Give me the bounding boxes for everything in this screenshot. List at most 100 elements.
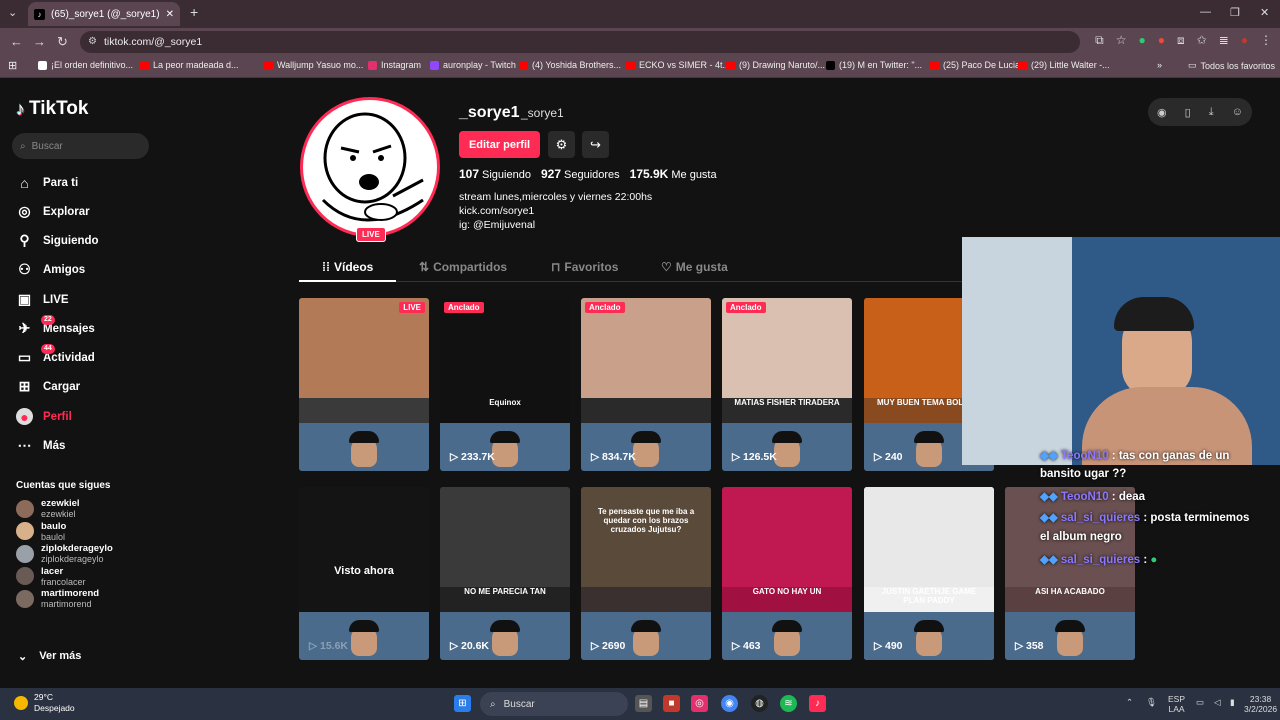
collections-icon[interactable]: ≣ (1219, 33, 1229, 48)
profile-avatar[interactable] (300, 97, 440, 237)
device-icon[interactable]: ▯ (1185, 106, 1191, 119)
extension-green-icon[interactable]: ● (1138, 33, 1145, 48)
bookmark-favicon-icon (38, 60, 47, 70)
followed-account[interactable]: ziplokderageylo ziplokderageylo (16, 543, 113, 564)
followed-account[interactable]: baulo baulol (16, 521, 66, 542)
settings-button[interactable]: ⚙ (548, 131, 575, 158)
streamer-webcam-overlay (962, 237, 1280, 465)
tab-shared-label: Compartidos (433, 260, 508, 274)
tiktok-logo[interactable]: ♪ TikTok (16, 98, 88, 120)
see-more-button[interactable]: ⌄ Ver más (18, 650, 81, 663)
sidebar-item-para-ti[interactable]: ⌂ Para ti (16, 174, 78, 191)
tab-title: (65)_sorye1 (@_sorye1) | TikTok (51, 8, 160, 20)
edit-profile-button[interactable]: Editar perfil (459, 131, 540, 158)
tiktok-taskbar-icon[interactable]: ♪ (809, 695, 826, 712)
site-info-icon[interactable]: ⚙ (88, 31, 97, 53)
sidebar-item-siguiendo[interactable]: ⚲ Siguiendo (16, 232, 98, 249)
menu-icon[interactable]: ⋮ (1260, 33, 1272, 48)
profile-avatar-icon[interactable]: ● (1241, 33, 1248, 48)
followers-stat[interactable]: 927 Seguidores (541, 167, 620, 181)
install-icon[interactable]: ⧉ (1095, 33, 1104, 48)
task-view-icon[interactable]: ▤ (635, 695, 652, 712)
clock[interactable]: 23:38 3/2/2026 (1244, 694, 1277, 714)
instagram-icon[interactable]: ◎ (691, 695, 708, 712)
apps-icon[interactable]: ⊞ (8, 59, 17, 72)
sidebar-item-perfil[interactable]: ● Perfil (16, 408, 72, 425)
account-username: ziplokderageylo (41, 554, 104, 564)
video-card[interactable]: NO ME PARECIA TAN ▷ 20.6K (440, 487, 570, 660)
extensions-icon[interactable]: ⧈ (1177, 33, 1185, 48)
bookmark-item[interactable]: (9) Drawing Naruto/... (726, 60, 825, 70)
microphone-icon[interactable]: 🎙 (1146, 697, 1157, 707)
bookmark-item[interactable]: Walljump Yasuo mo... (264, 60, 363, 70)
bookmark-item[interactable]: (19) M en Twitter: "... (826, 60, 922, 70)
taskbar-search[interactable]: ⌕ Buscar (480, 692, 628, 716)
video-card[interactable]: Anclado MATIAS FISHER TIRADERA ▷ 126.5K (722, 298, 852, 471)
bookmark-item[interactable]: (25) Paco De Lucia... (930, 60, 1028, 70)
volume-icon[interactable]: ◁ (1214, 697, 1221, 707)
bookmark-item[interactable]: auronplay - Twitch (430, 60, 516, 70)
network-icon[interactable]: ▭ (1196, 697, 1204, 707)
favorites-icon[interactable]: ✩ (1197, 33, 1207, 48)
bookmark-item[interactable]: (4) Yoshida Brothers... (519, 60, 621, 70)
video-card[interactable]: Anclado ▷ 834.7K (581, 298, 711, 471)
spotify-icon[interactable]: ≋ (780, 695, 797, 712)
weather-widget[interactable]: 29°C Despejado (14, 692, 75, 714)
maximize-button[interactable]: ❐ (1230, 6, 1240, 19)
sidebar-item-más[interactable]: ⋯ Más (16, 437, 66, 454)
bookmark-item[interactable]: Instagram (368, 60, 421, 70)
sidebar-item-mensajes[interactable]: ✈ 22 Mensajes (16, 315, 95, 337)
reload-icon[interactable]: ↻ (57, 34, 68, 50)
language-indicator[interactable]: ESP LAA (1168, 694, 1185, 714)
live-indicator[interactable]: LIVE (356, 227, 386, 242)
bookmark-item[interactable]: (29) Little Walter -... (1018, 60, 1110, 70)
app-icon[interactable]: ■ (663, 695, 680, 712)
minimize-button[interactable]: — (1200, 6, 1211, 18)
tray-overflow-icon[interactable]: ⌃ (1126, 697, 1133, 707)
video-card[interactable]: LIVE (299, 298, 429, 471)
url-input[interactable]: ⚙ tiktok.com/@_sorye1 (80, 31, 1080, 53)
followed-account[interactable]: lacer francolacer (16, 566, 86, 587)
bookmark-item[interactable]: La peor madeada d... (140, 60, 239, 70)
video-card[interactable]: GATO NO HAY UN ▷ 463 (722, 487, 852, 660)
sidebar-item-actividad[interactable]: ▭ 44 Actividad (16, 344, 95, 366)
tab-videos[interactable]: ⁞⁞ Vídeos (322, 260, 373, 274)
extension-red-icon[interactable]: ● (1158, 33, 1165, 48)
tab-close-icon[interactable]: ✕ (166, 9, 174, 20)
sidebar-item-cargar[interactable]: ⊞ Cargar (16, 378, 80, 395)
video-card[interactable]: Te pensaste que me iba a quedar con los … (581, 487, 711, 660)
bookmarks-overflow-icon[interactable]: » (1157, 60, 1162, 70)
start-icon[interactable]: ⊞ (454, 695, 471, 712)
following-stat[interactable]: 107 Siguiendo (459, 167, 531, 181)
forward-icon[interactable]: → (33, 34, 46, 49)
star-icon[interactable]: ☆ (1116, 33, 1127, 48)
tab-favorites[interactable]: ⊓ Favoritos (551, 260, 618, 274)
sidebar-item-amigos[interactable]: ⚇ Amigos (16, 261, 85, 278)
back-icon[interactable]: ← (10, 34, 23, 49)
coin-icon[interactable]: ◉ (1157, 106, 1167, 119)
video-card[interactable]: Visto ahora ▷ 15.6K (299, 487, 429, 660)
battery-icon[interactable]: ▮ (1230, 697, 1235, 707)
sidebar-item-explorar[interactable]: ◎ Explorar (16, 203, 89, 220)
close-window-button[interactable]: ✕ (1260, 6, 1269, 19)
account-icon[interactable]: ☺ (1232, 106, 1243, 118)
new-tab-button[interactable]: + (190, 4, 198, 20)
browser-tab[interactable]: ♪ (65)_sorye1 (@_sorye1) | TikTok ✕ (28, 2, 180, 26)
video-card[interactable]: JUSTIN GAETHJE GAME PLAN PADDY ▷ 490 (864, 487, 994, 660)
search-input[interactable]: ⌕ Buscar (12, 133, 149, 159)
share-button[interactable]: ↪ (582, 131, 609, 158)
followed-account[interactable]: ezewkiel ezewkiel (16, 498, 80, 519)
bookmark-item[interactable]: ¡El orden definitivo... (38, 60, 133, 70)
chrome-icon[interactable]: ◉ (721, 695, 738, 712)
bookmark-item[interactable]: ECKO vs SIMER - 4t... (626, 60, 730, 70)
tab-shared[interactable]: ⇅ Compartidos (419, 260, 507, 274)
tab-menu-icon[interactable]: ⌄ (8, 6, 17, 19)
all-favorites-folder[interactable]: ▭ Todos los favoritos (1188, 60, 1275, 71)
video-thumbnail (440, 298, 570, 398)
obs-icon[interactable]: ◍ (751, 695, 768, 712)
sidebar-item-live[interactable]: ▣ LIVE (16, 291, 69, 308)
tab-liked[interactable]: ♡ Me gusta (661, 260, 728, 274)
download-icon[interactable]: ⤓ (1209, 106, 1214, 119)
video-card[interactable]: Anclado Equinox ▷ 233.7K (440, 298, 570, 471)
followed-account[interactable]: martimorend martimorend (16, 588, 99, 609)
